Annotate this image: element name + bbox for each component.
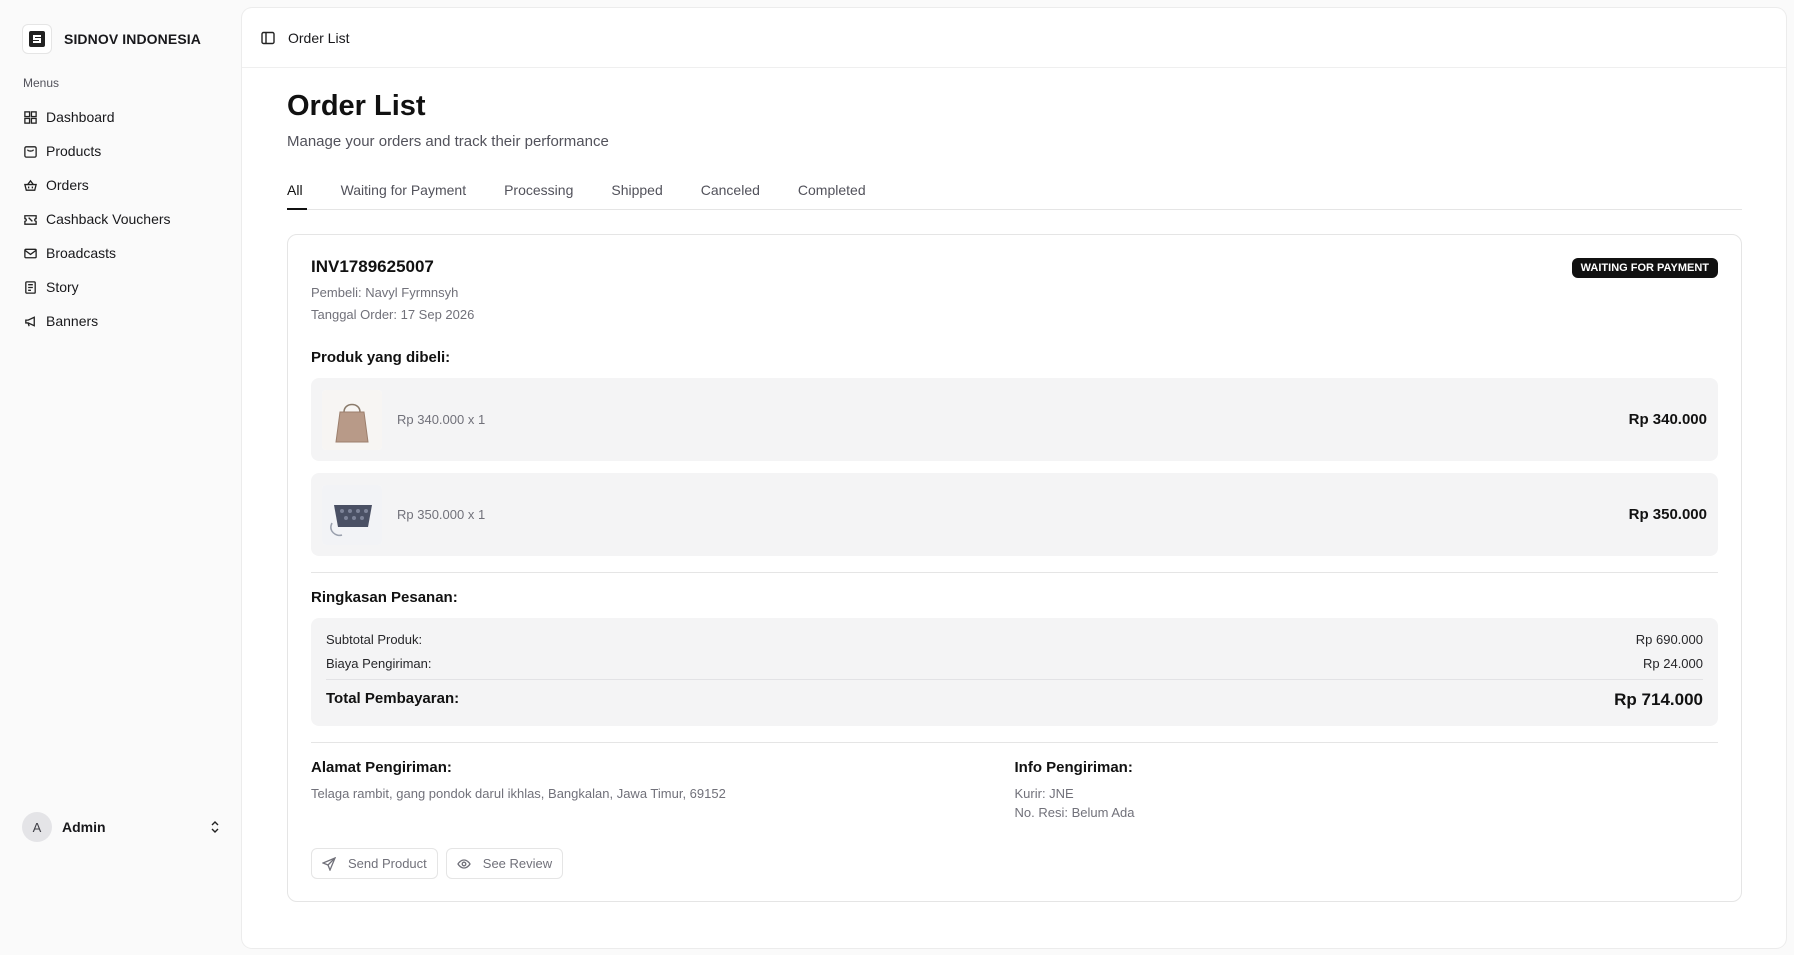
item-price-qty: Rp 350.000 x 1: [397, 507, 486, 522]
page-title: Order List: [287, 90, 426, 122]
invoice-number: INV1789625007: [311, 257, 434, 276]
see-review-label: See Review: [482, 856, 553, 871]
order-summary: Subtotal Produk: Rp 690.000 Biaya Pengir…: [311, 618, 1718, 726]
sidebar-item-orders[interactable]: Orders: [18, 168, 230, 202]
shipping-label: Biaya Pengiriman:: [326, 656, 432, 671]
basket-icon: [24, 179, 37, 191]
subtotal-row: Subtotal Produk: Rp 690.000: [326, 632, 1703, 647]
send-product-button[interactable]: Send Product: [311, 848, 438, 879]
see-review-button[interactable]: See Review: [445, 848, 564, 879]
total-row: Total Pembayaran: Rp 714.000: [326, 679, 1703, 710]
status-tabs: All Waiting for Payment Processing Shipp…: [287, 170, 1742, 210]
user-menu[interactable]: A Admin: [22, 812, 222, 842]
item-total: Rp 340.000: [1628, 411, 1707, 428]
sidebar-item-label: Orders: [46, 177, 89, 193]
summary-title: Ringkasan Pesanan:: [311, 589, 458, 606]
send-product-label: Send Product: [348, 856, 427, 871]
sidebar-item-cashback-vouchers[interactable]: Cashback Vouchers: [18, 202, 230, 236]
order-actions: Send Product See Review: [311, 848, 1718, 879]
tab-completed[interactable]: Completed: [798, 170, 866, 209]
shipping-info: Kurir: JNE No. Resi: Belum Ada: [1015, 786, 1719, 820]
total-value: Rp 714.000: [1614, 690, 1703, 709]
sidebar-item-story[interactable]: Story: [18, 270, 230, 304]
chevrons-up-down-icon: [211, 821, 219, 833]
sidebar-item-broadcasts[interactable]: Broadcasts: [18, 236, 230, 270]
story-icon: [25, 280, 36, 294]
sidebar-item-label: Dashboard: [46, 109, 115, 125]
content: Order List Manage your orders and track …: [287, 68, 1742, 902]
address-title: Alamat Pengiriman:: [311, 759, 452, 776]
shipping-info-title: Info Pengiriman:: [1014, 759, 1133, 776]
subtotal-value: Rp 690.000: [1635, 632, 1703, 647]
subtotal-label: Subtotal Produk:: [326, 632, 423, 647]
sidebar-item-label: Banners: [46, 313, 99, 329]
box-icon: [24, 145, 37, 158]
tab-all[interactable]: All: [287, 170, 307, 210]
brand-logo-icon: [22, 24, 52, 54]
shipping-details: Alamat Pengiriman: Telaga rambit, gang p…: [311, 759, 1718, 820]
sidebar: SIDNOV INDONESIA Menus Dashboard Product…: [0, 0, 242, 955]
brand-name: SIDNOV INDONESIA: [64, 31, 201, 47]
item-total: Rp 350.000: [1628, 506, 1707, 523]
eye-icon: [457, 858, 471, 869]
sidebar-item-products[interactable]: Products: [18, 134, 230, 168]
sidebar-item-label: Cashback Vouchers: [46, 211, 171, 227]
page-subtitle: Manage your orders and track their perfo…: [287, 133, 609, 150]
item-price-qty: Rp 340.000 x 1: [397, 412, 486, 427]
product-image: [322, 484, 382, 545]
tab-canceled[interactable]: Canceled: [701, 170, 760, 209]
sidebar-toggle-icon[interactable]: [260, 30, 276, 46]
send-icon: [322, 856, 336, 871]
grid-icon: [24, 110, 37, 124]
shipping-value: Rp 24.000: [1643, 656, 1703, 671]
shipping-info-column: Info Pengiriman: Kurir: JNE No. Resi: Be…: [1015, 759, 1719, 820]
ticket-icon: [24, 214, 37, 225]
order-date: Tanggal Order: 17 Sep 2026: [311, 307, 475, 322]
shipping-address: Telaga rambit, gang pondok darul ikhlas,…: [311, 786, 726, 801]
avatar: A: [22, 812, 52, 842]
order-item: Rp 350.000 x 1 Rp 350.000: [311, 473, 1718, 556]
tab-waiting-for-payment[interactable]: Waiting for Payment: [341, 170, 467, 209]
buyer-name: Pembeli: Navyl Fyrmnsyh: [311, 285, 459, 300]
address-column: Alamat Pengiriman: Telaga rambit, gang p…: [311, 759, 1015, 820]
products-title: Produk yang dibeli:: [311, 349, 451, 366]
breadcrumb: Order List: [288, 29, 350, 46]
shipping-row: Biaya Pengiriman: Rp 24.000: [326, 656, 1703, 671]
mail-icon: [24, 248, 37, 258]
tab-shipped[interactable]: Shipped: [611, 170, 662, 209]
main-panel: Order List Order List Manage your orders…: [242, 8, 1786, 948]
divider: [311, 572, 1718, 573]
user-name: Admin: [62, 819, 106, 835]
order-card: INV1789625007 Pembeli: Navyl Fyrmnsyh Ta…: [287, 234, 1742, 902]
brand[interactable]: SIDNOV INDONESIA: [22, 24, 201, 54]
sidebar-nav: Dashboard Products Orders Cashback Vouch…: [18, 100, 230, 338]
total-label: Total Pembayaran:: [326, 690, 460, 707]
megaphone-icon: [25, 315, 35, 327]
order-item: Rp 340.000 x 1 Rp 340.000: [311, 378, 1718, 461]
sidebar-item-label: Broadcasts: [46, 245, 117, 261]
tab-processing[interactable]: Processing: [504, 170, 573, 209]
status-badge: WAITING FOR PAYMENT: [1571, 258, 1718, 278]
sidebar-item-dashboard[interactable]: Dashboard: [18, 100, 230, 134]
divider: [311, 742, 1718, 743]
sidebar-item-banners[interactable]: Banners: [18, 304, 230, 338]
topbar: Order List: [242, 8, 1786, 68]
product-image: [322, 389, 382, 450]
sidebar-item-label: Story: [46, 279, 79, 295]
tracking-number: No. Resi: Belum Ada: [1014, 805, 1135, 820]
menus-label: Menus: [23, 76, 60, 90]
sidebar-item-label: Products: [46, 143, 102, 159]
courier: Kurir: JNE: [1014, 786, 1074, 801]
